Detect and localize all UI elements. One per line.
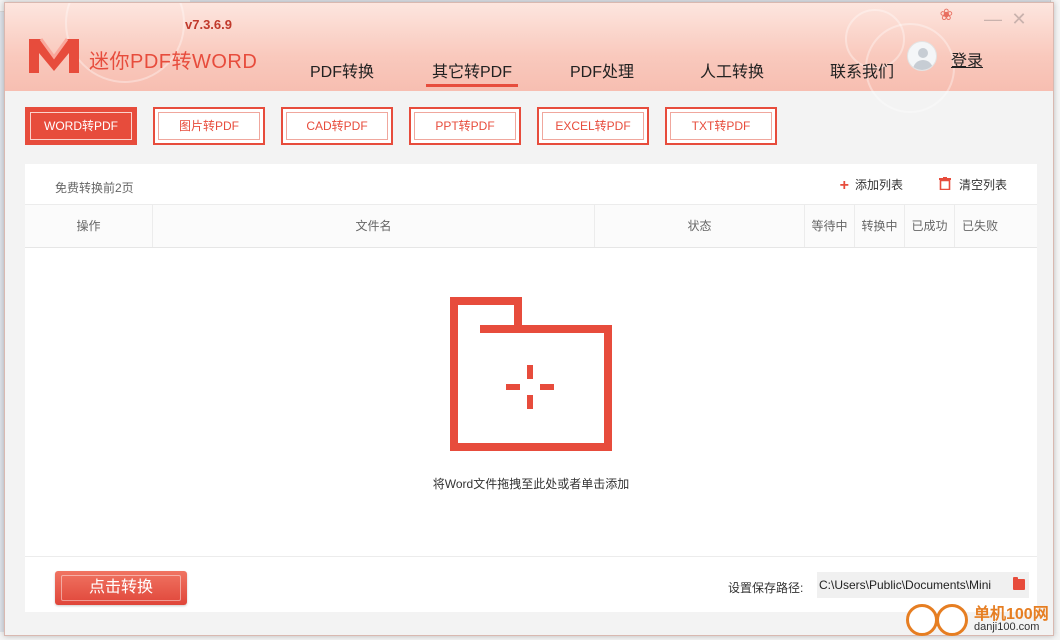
tab-excel-to-pdf[interactable]: EXCEL转PDF [537,107,649,145]
title-bar: 迷你PDF转WORD v7.3.6.9 ❀ — ✕ PDF转换 其它转PDF P… [5,3,1053,113]
close-button[interactable]: ✕ [1007,7,1031,31]
app-title: 迷你PDF转WORD [89,51,258,73]
column-header-status: 状态 [595,205,805,247]
drop-hint-text: 将Word文件拖拽至此处或者单击添加 [432,477,630,491]
nav-other-to-pdf[interactable]: 其它转PDF [407,59,537,87]
watermark-logo-icon [936,604,968,636]
add-list-button[interactable]: + 添加列表 [840,175,903,195]
add-list-label: 添加列表 [854,178,903,192]
folder-add-icon [450,297,612,451]
column-header-succeeded: 已成功 [905,205,955,247]
column-header-converting: 转换中 [855,205,905,247]
save-path-value: C:\Users\Public\Documents\Mini [819,578,992,592]
m-logo-icon [29,38,79,73]
tab-ppt-to-pdf[interactable]: PPT转PDF [409,107,521,145]
user-avatar-icon[interactable] [907,41,937,71]
footer-bar: 点击转换 设置保存路径: C:\Users\Public\Documents\M… [25,556,1037,612]
nav-contact-us[interactable]: 联系我们 [797,59,927,87]
login-link[interactable]: 登录 [951,47,983,71]
nav-pdf-process[interactable]: PDF处理 [537,59,667,87]
nav-manual-convert[interactable]: 人工转换 [667,59,797,87]
column-header-actions: 操作 [25,205,153,247]
watermark-logo-icon [906,604,938,636]
tab-cad-to-pdf[interactable]: CAD转PDF [281,107,393,145]
tab-word-to-pdf[interactable]: WORD转PDF [25,107,137,145]
free-pages-note: 免费转换前2页 [55,181,134,195]
table-header: 操作 文件名 状态 等待中 转换中 已成功 已失败 [25,204,1037,248]
folder-icon[interactable] [1013,577,1025,590]
version-label: v7.3.6.9 [185,17,232,32]
trash-icon [938,177,951,191]
convert-button[interactable]: 点击转换 [55,571,187,605]
nav-pdf-convert[interactable]: PDF转换 [277,59,407,87]
drop-zone[interactable]: 将Word文件拖拽至此处或者单击添加 [25,249,1037,555]
save-path-label: 设置保存路径: [728,581,804,595]
tab-image-to-pdf[interactable]: 图片转PDF [153,107,265,145]
plus-icon: + [839,176,849,194]
minimize-button[interactable]: — [981,7,1005,31]
app-window: 迷你PDF转WORD v7.3.6.9 ❀ — ✕ PDF转换 其它转PDF P… [4,2,1054,636]
column-header-waiting: 等待中 [805,205,855,247]
top-navigation: PDF转换 其它转PDF PDF处理 人工转换 联系我们 [277,59,927,87]
file-panel: 免费转换前2页 + 添加列表 清空列表 操作 文件名 状态 等待中 转换中 已成功… [25,164,1037,612]
site-watermark: 单机100网 danji100.com [906,600,1056,640]
flower-decoration-icon: ❀ [939,7,953,24]
clear-list-label: 清空列表 [958,178,1007,192]
clear-list-button[interactable]: 清空列表 [938,175,1007,195]
watermark-url: danji100.com [974,621,1040,633]
column-header-failed: 已失败 [961,219,998,233]
tab-txt-to-pdf[interactable]: TXT转PDF [665,107,777,145]
save-path-field[interactable]: C:\Users\Public\Documents\Mini [817,572,1029,598]
column-header-filename: 文件名 [153,205,595,247]
